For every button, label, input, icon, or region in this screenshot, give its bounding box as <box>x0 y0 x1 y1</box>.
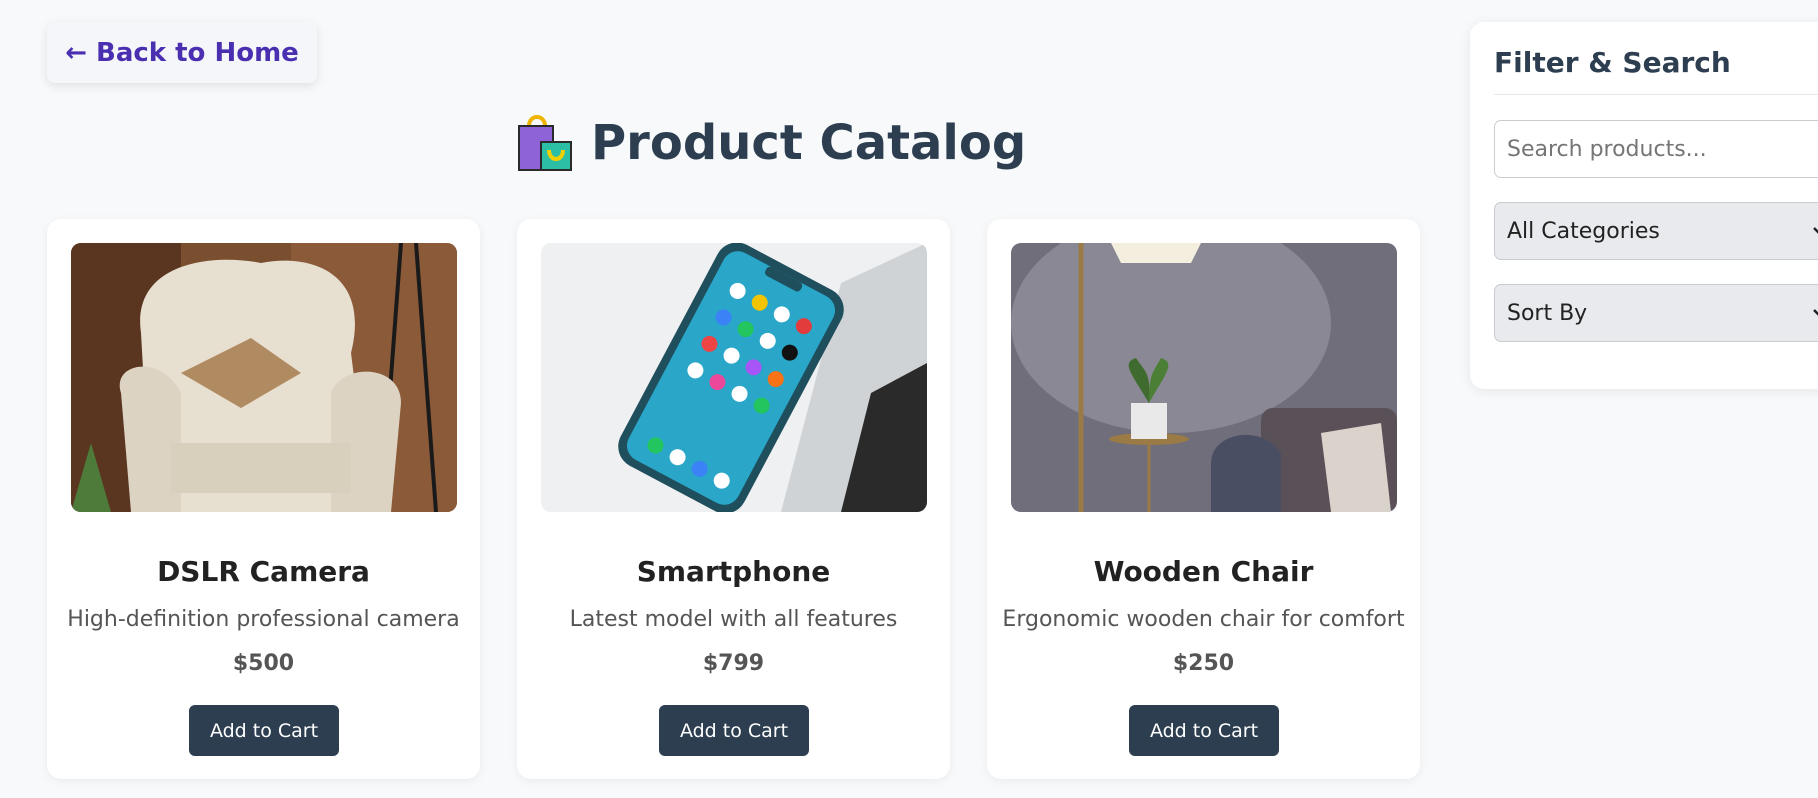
category-select[interactable]: All Categories <box>1494 202 1818 260</box>
sort-select[interactable]: Sort By <box>1494 284 1818 342</box>
product-catalog-page: ← Back to Home Product Catalog DSLR Came… <box>0 0 1818 798</box>
product-name: Smartphone <box>636 555 831 588</box>
filter-title: Filter & Search <box>1494 46 1731 79</box>
filter-divider <box>1494 94 1818 95</box>
page-title: Product Catalog <box>515 108 1026 178</box>
add-to-cart-button[interactable]: Add to Cart <box>659 705 809 756</box>
product-card: Smartphone Latest model with all feature… <box>517 219 950 779</box>
product-name: DSLR Camera <box>157 555 370 588</box>
search-input[interactable] <box>1494 120 1818 178</box>
chevron-down-icon <box>1813 309 1818 316</box>
smartphone-photo <box>541 243 927 512</box>
armchair-photo <box>71 243 457 512</box>
product-price: $799 <box>702 651 765 676</box>
category-select-value: All Categories <box>1507 218 1660 244</box>
product-card: DSLR Camera High-definition professional… <box>47 219 480 779</box>
product-price: $500 <box>232 651 295 676</box>
chevron-down-icon <box>1813 227 1818 234</box>
filter-panel: Filter & Search All Categories Sort By <box>1470 22 1818 389</box>
product-description: Latest model with all features <box>569 607 898 632</box>
shopping-bags-icon <box>518 115 572 171</box>
product-description: Ergonomic wooden chair for comfort <box>1002 607 1405 632</box>
product-name: Wooden Chair <box>1093 555 1314 588</box>
product-description: High-definition professional camera <box>67 607 460 632</box>
sort-select-value: Sort By <box>1507 300 1588 326</box>
add-to-cart-button[interactable]: Add to Cart <box>1129 705 1279 756</box>
lamp-room-photo <box>1011 243 1397 512</box>
product-price: $250 <box>1172 651 1235 676</box>
back-to-home-label: ← Back to Home <box>65 37 299 68</box>
page-title-text: Product Catalog <box>591 115 1027 171</box>
back-to-home-button[interactable]: ← Back to Home <box>47 22 317 83</box>
product-card: Wooden Chair Ergonomic wooden chair for … <box>987 219 1420 779</box>
add-to-cart-button[interactable]: Add to Cart <box>189 705 339 756</box>
